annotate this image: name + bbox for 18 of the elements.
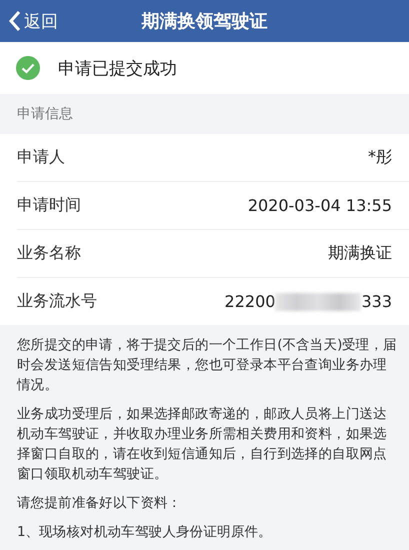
back-button[interactable]: 返回 [0, 0, 58, 42]
field-value: 333 [361, 292, 392, 311]
field-label: 业务名称 [17, 243, 81, 264]
notice-paragraph: 业务成功受理后，如果选择邮政寄递的，邮政人员将上门送达机动车驾驶证，并收取办理业务所需相关费用和资料，如果选择窗口自取的，请在收到短信通知后，自行到选择的自取网点窗口领取机动车驾驶证。 [17, 405, 388, 484]
field-value: 期满换证 [328, 243, 392, 264]
field-label: 申请人 [17, 147, 65, 168]
notice-paragraph: 1、现场核对机动车驾驶人身份证明原件。 [17, 523, 273, 542]
field-label: 业务流水号 [17, 291, 97, 312]
section-title: 申请信息 [17, 105, 73, 123]
notice-paragraph: 您所提交的申请，将于提交后的一个工作日(不含当天)受理，届时会发送短信告知受理结果，您也可登录本平台查询业务办理情况。 [17, 336, 398, 395]
field-value: 22200 [224, 292, 276, 311]
back-chevron-icon [8, 10, 22, 32]
field-label: 申请时间 [17, 195, 81, 216]
status-message: 申请已提交成功 [58, 58, 177, 80]
field-value: 2020-03-04 13:55 [248, 196, 392, 215]
page-title: 期满换领驾驶证 [142, 10, 268, 33]
notice-paragraph: 请您提前准备好以下资料： [17, 494, 182, 513]
field-value: *彤 [368, 147, 392, 168]
